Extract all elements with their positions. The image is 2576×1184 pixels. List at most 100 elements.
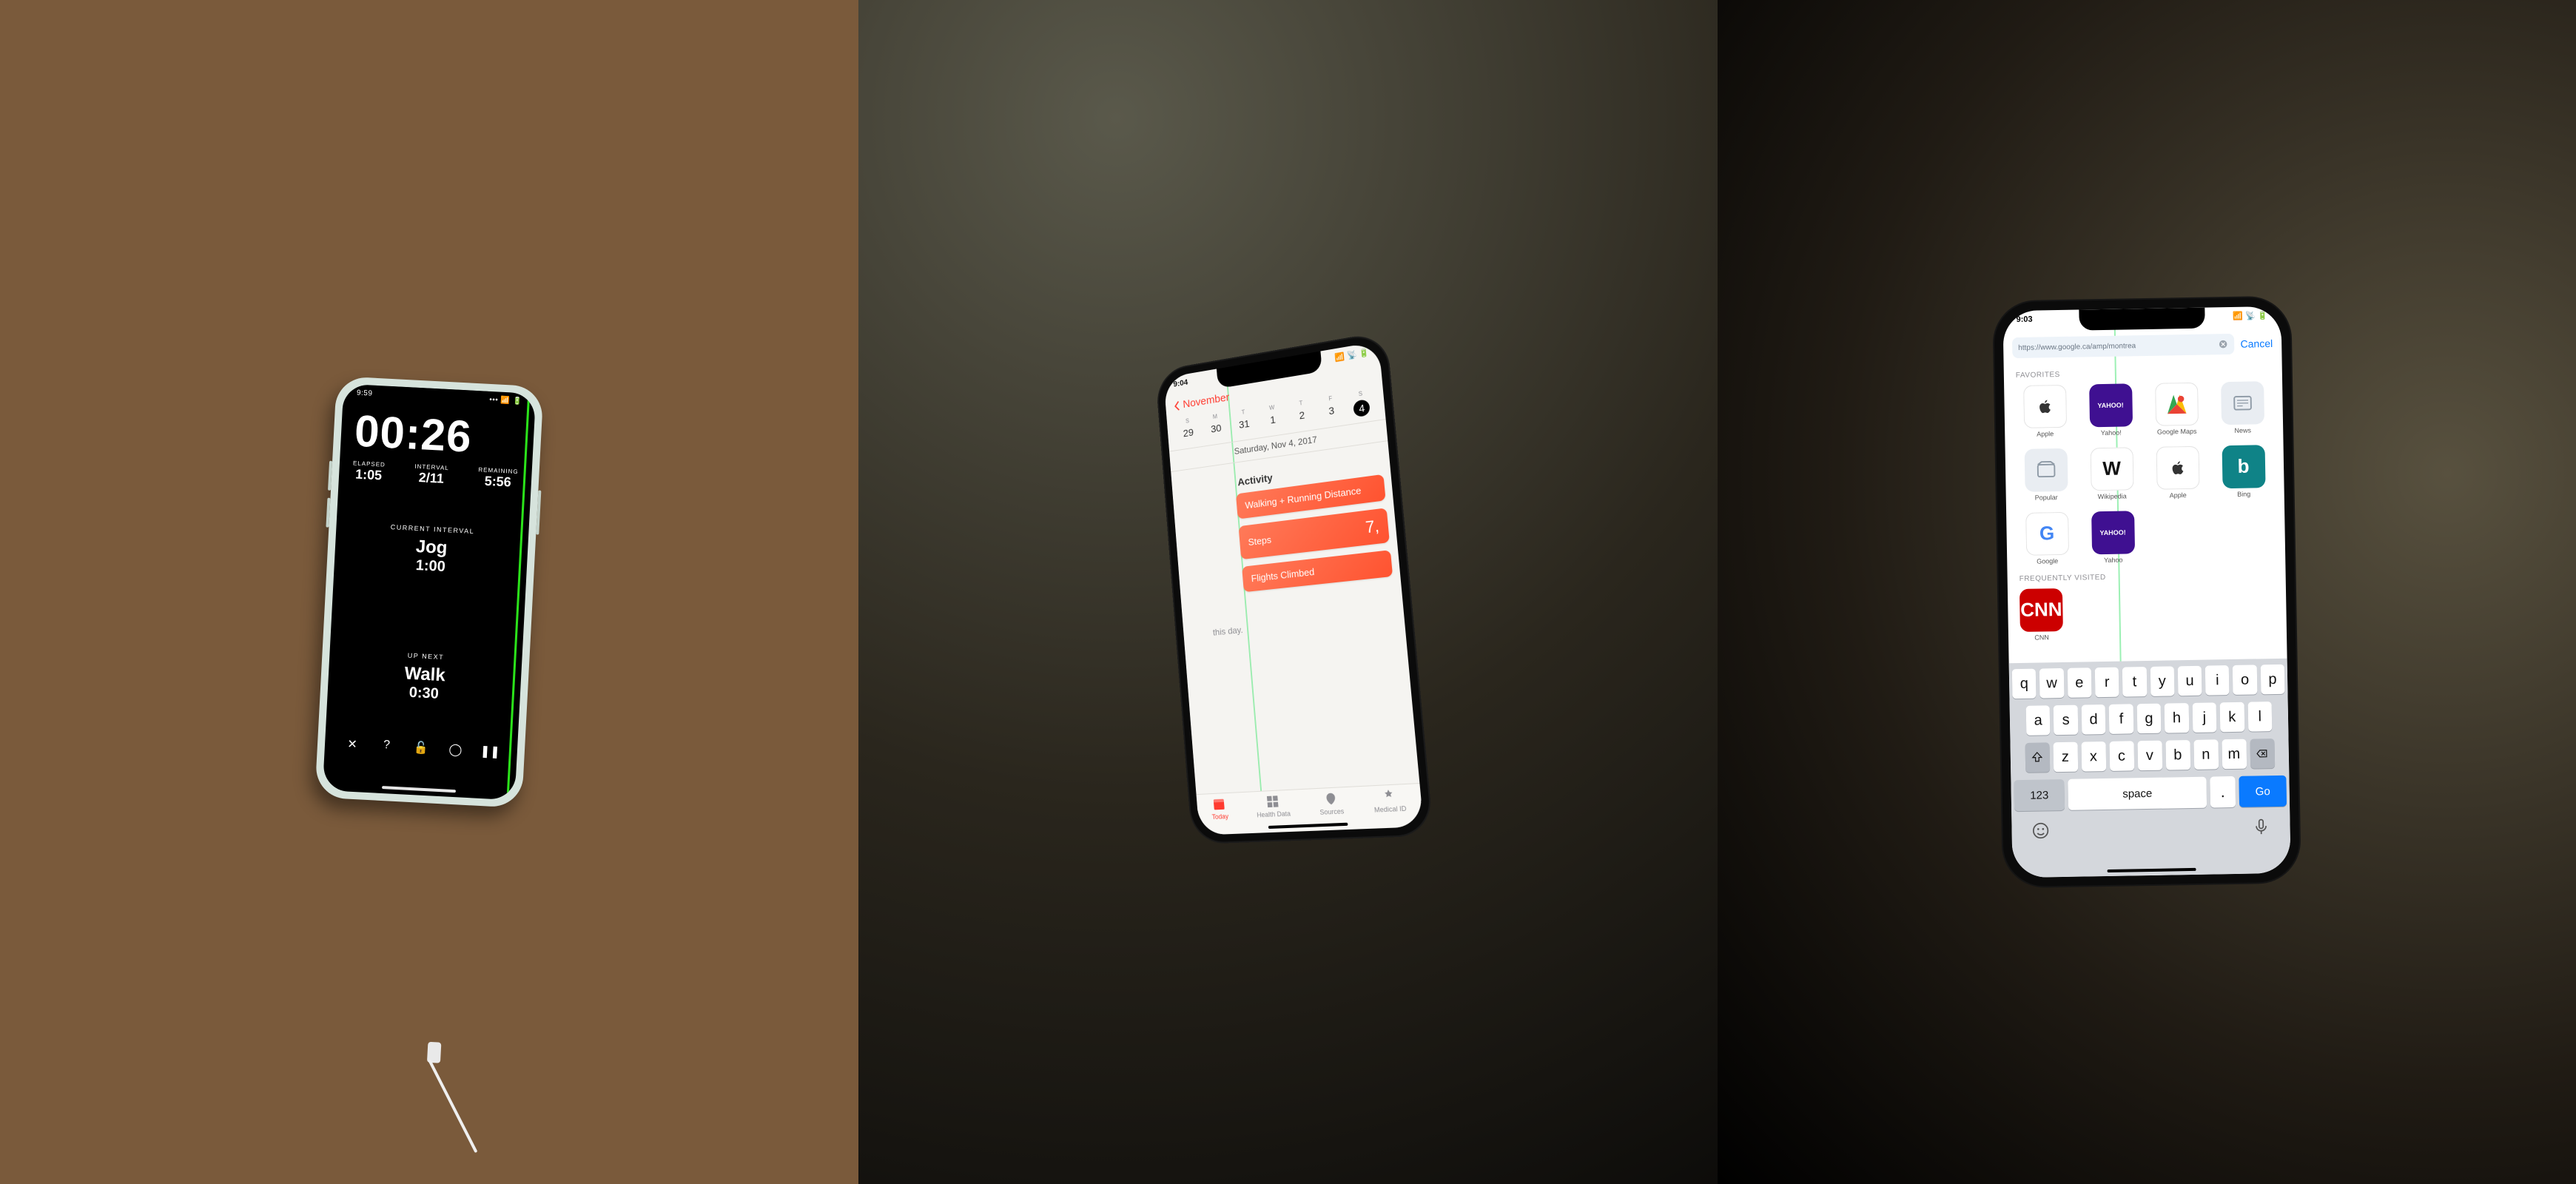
key-y[interactable]: y [2150,666,2174,696]
safari-screen: 9:03 📶 📡 🔋 https://www.google.ca/amp/mon… [2002,306,2290,878]
workout-app-photo: 9:59 ••• 📶 🔋 00:26 ELAPSED 1:05 INTERVAL… [0,0,858,1184]
favorite-site[interactable]: Apple [2016,385,2074,439]
key-t[interactable]: t [2122,667,2147,697]
status-time: 9:03 [2016,315,2032,325]
favorite-label: CNN [2034,634,2049,642]
keyboard: qwertyuiop asdfghjkl zxcvbnm 123 space .… [2008,659,2290,878]
calendar-day[interactable]: 2 [1287,407,1318,428]
url-field[interactable]: https://www.google.ca/amp/montrea [2012,334,2235,358]
workout-toolbar: ✕ ? 🔓 ◯ ❚❚ [338,736,505,760]
tab-health-data[interactable]: Health Data [1256,793,1291,818]
favorite-label: Yahoo! [2101,430,2122,437]
tab-today[interactable]: Today [1211,796,1229,821]
key-j[interactable]: j [2192,702,2216,733]
key-dot[interactable]: . [2210,776,2236,808]
key-s[interactable]: s [2054,705,2078,736]
key-h[interactable]: h [2165,703,2189,733]
lock-button[interactable]: 🔓 [411,740,431,756]
tab-label: Medical ID [1374,804,1407,813]
calendar-day[interactable]: 3 [1316,403,1348,423]
key-q[interactable]: q [2012,669,2037,699]
favorite-site[interactable]: GGoogle [2018,511,2076,565]
health-app-photo: 9:04 📶 📡 🔋 November SMTWTFS 2930311234 S… [858,0,1717,1184]
tab-medical-id[interactable]: Medical ID [1373,787,1407,813]
clear-text-icon[interactable] [2218,339,2228,349]
key-u[interactable]: u [2177,666,2202,696]
volume-down-button [326,498,331,528]
phone-body: 9:04 📶 📡 🔋 November SMTWTFS 2930311234 S… [1157,333,1433,843]
main-timer: 00:26 [354,411,522,460]
key-go[interactable]: Go [2239,776,2287,807]
key-space[interactable]: space [2068,777,2207,810]
key-f[interactable]: f [2109,704,2133,734]
key-i[interactable]: i [2205,665,2230,696]
favorite-site[interactable]: bBing [2214,445,2272,499]
back-label: November [1183,391,1230,411]
key-p[interactable]: p [2260,665,2284,695]
home-indicator[interactable] [2107,868,2196,872]
calendar-day[interactable]: 31 [1230,416,1260,436]
key-a[interactable]: a [2026,705,2051,736]
status-time: 9:59 [357,389,373,398]
close-button[interactable]: ✕ [343,736,363,752]
frequent-site[interactable]: CNNCNN [2020,588,2063,642]
cancel-button[interactable]: Cancel [2240,337,2273,350]
calendar-day[interactable]: 29 [1174,425,1203,445]
favorite-site[interactable]: YAHOO!Yahoo [2084,511,2142,565]
key-b[interactable]: b [2165,740,2190,770]
favorite-site[interactable]: WWikipedia [2082,447,2140,501]
calendar-day[interactable]: 30 [1202,420,1231,440]
interval-value: 2/11 [414,470,448,487]
tab-bar: Today Health Data Sources Medical ID [1197,783,1424,835]
key-l[interactable]: l [2247,702,2272,732]
dictation-icon[interactable] [2251,817,2270,836]
key-d[interactable]: d [2081,704,2105,735]
key-c[interactable]: c [2109,741,2134,771]
favorite-site[interactable]: Apple [2148,445,2206,500]
status-indicators: 📶 📡 🔋 [2233,311,2267,321]
favorite-label: Apple [2169,492,2186,500]
card-value: 7, [1365,517,1381,537]
key-n[interactable]: n [2193,739,2219,770]
status-time: 9:04 [1174,378,1189,390]
card-title: Steps [1248,534,1271,547]
remaining-value: 5:56 [477,473,518,491]
favorite-site[interactable]: News [2213,381,2271,435]
key-x[interactable]: x [2081,741,2106,772]
favorites-heading: FAVORITES [2016,367,2270,380]
backspace-icon [2255,747,2268,760]
key-o[interactable]: o [2233,665,2257,695]
key-r[interactable]: r [2094,667,2119,698]
chevron-left-icon [1174,400,1181,411]
card-title: Walking + Running Distance [1245,485,1362,511]
calendar-day[interactable]: 1 [1258,411,1288,431]
favorite-label: Yahoo [2104,556,2123,564]
tab-sources[interactable]: Sources [1319,790,1345,815]
favorite-site[interactable]: YAHOO!Yahoo! [2082,383,2139,437]
key-z[interactable]: z [2053,742,2078,773]
key-m[interactable]: m [2222,739,2247,770]
favorite-label: Google [2037,558,2058,565]
help-button[interactable]: ? [377,739,397,754]
favorite-site[interactable]: Popular [2017,448,2074,502]
emoji-icon[interactable] [2031,821,2050,840]
key-shift[interactable] [2025,742,2050,773]
calendar-day[interactable]: 4 [1346,397,1378,418]
key-w[interactable]: w [2039,668,2064,699]
elapsed-value: 1:05 [352,466,386,483]
key-v[interactable]: v [2137,741,2162,771]
workout-screen: 9:59 ••• 📶 🔋 00:26 ELAPSED 1:05 INTERVAL… [323,384,536,801]
tab-label: Health Data [1257,810,1291,818]
favorite-label: Popular [2034,494,2057,502]
favorite-label: Bing [2237,491,2250,498]
key-backspace[interactable] [2250,739,2275,769]
lap-circle-button[interactable]: ◯ [445,741,465,757]
favorite-site[interactable]: Google Maps [2148,383,2205,437]
key-g[interactable]: g [2136,704,2161,734]
key-k[interactable]: k [2220,702,2244,733]
card-title: Flights Climbed [1251,566,1316,584]
key-e[interactable]: e [2067,667,2091,698]
tab-label: Today [1212,813,1229,821]
key-123[interactable]: 123 [2014,779,2065,811]
pause-button[interactable]: ❚❚ [480,744,500,759]
